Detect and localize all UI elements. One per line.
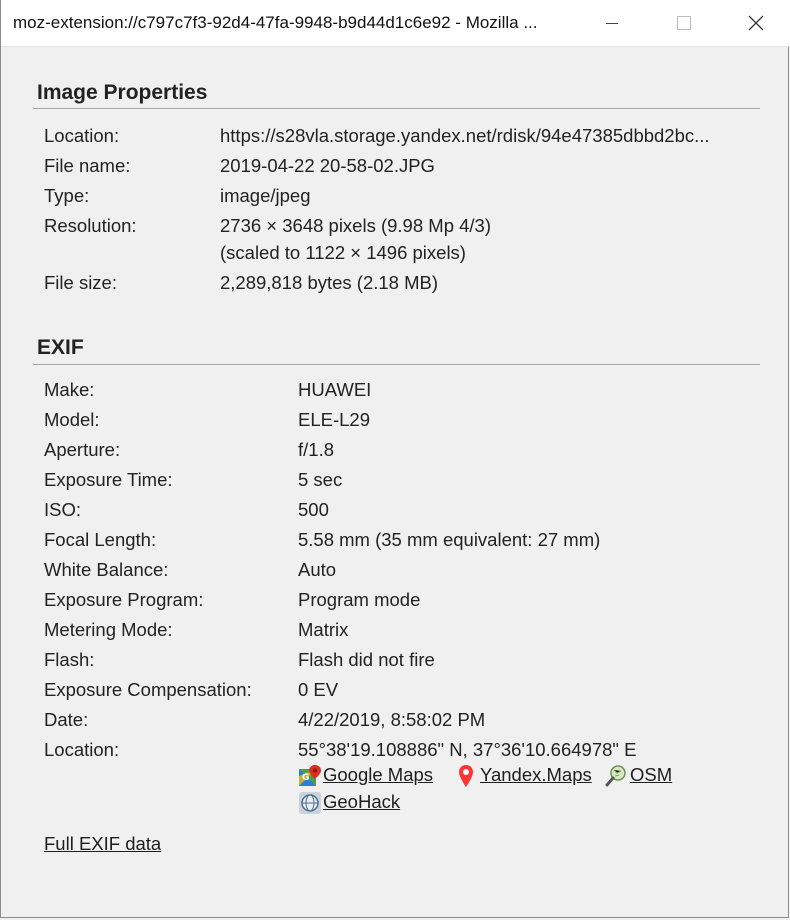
geohack-link[interactable]: GeoHack [298, 791, 400, 814]
section-divider [33, 364, 760, 365]
google-maps-link[interactable]: G Google Maps [298, 764, 433, 786]
title-bar: moz-extension://c797c7f3-92d4-47fa-9948-… [1, 0, 790, 47]
window-title: moz-extension://c797c7f3-92d4-47fa-9948-… [13, 13, 538, 32]
exif-label: Aperture: [44, 439, 121, 460]
exif-label: Exposure Time: [44, 469, 173, 490]
close-button[interactable] [721, 0, 790, 46]
prop-label: Location: [44, 125, 120, 146]
geohack-globe-icon [298, 791, 321, 814]
section-divider [33, 108, 760, 109]
prop-row-location: Location: https://s28vla.storage.yandex.… [44, 125, 749, 149]
exif-label: White Balance: [44, 559, 169, 580]
exif-label: Metering Mode: [44, 619, 173, 640]
exif-value: Auto [298, 559, 337, 580]
prop-label: Resolution: [44, 215, 137, 236]
exif-value: 5.58 mm (35 mm equivalent: 27 mm) [298, 529, 601, 550]
maximize-button[interactable] [649, 0, 719, 46]
exif-label: Focal Length: [44, 529, 157, 550]
exif-value: 0 EV [298, 679, 339, 700]
prop-value: 2,289,818 bytes (2.18 MB) [220, 272, 439, 293]
exif-label: ISO: [44, 499, 82, 520]
yandex-pin-icon [455, 764, 477, 787]
osm-link-text[interactable]: OSM [630, 764, 672, 786]
full-exif-link-wrapper: Full EXIF data [44, 833, 161, 855]
prop-label: File name: [44, 155, 131, 176]
svg-text:G: G [302, 773, 309, 783]
geohack-link-text[interactable]: GeoHack [323, 791, 400, 813]
exif-label: Flash: [44, 649, 95, 670]
prop-label: Type: [44, 185, 90, 206]
minimize-button[interactable] [577, 0, 647, 46]
prop-value-scaled: (scaled to 1122 × 1496 pixels) [220, 242, 466, 263]
exif-value: Flash did not fire [298, 649, 435, 670]
exif-label: Make: [44, 379, 95, 400]
image-url-value: https://s28vla.storage.yandex.net/rdisk/… [220, 125, 710, 146]
yandex-maps-link-text[interactable]: Yandex.Maps [480, 764, 592, 786]
prop-value: 2736 × 3648 pixels (9.98 Mp 4/3) [220, 215, 491, 236]
minimize-icon [606, 22, 618, 24]
image-properties-heading: Image Properties [37, 81, 208, 104]
close-icon [748, 15, 764, 31]
full-exif-data-link[interactable]: Full EXIF data [44, 833, 161, 854]
exif-label: Exposure Compensation: [44, 679, 252, 700]
google-maps-link-text[interactable]: Google Maps [323, 764, 433, 786]
prop-label: File size: [44, 272, 117, 293]
exif-label: Date: [44, 709, 89, 730]
prop-value: image/jpeg [220, 185, 311, 206]
exif-value: Matrix [298, 619, 349, 640]
yandex-maps-link[interactable]: Yandex.Maps [455, 764, 592, 787]
maximize-icon [677, 16, 691, 30]
gps-coordinates-value: 55°38'19.108886" N, 37°36'10.664978" E [298, 739, 637, 760]
popup-window: moz-extension://c797c7f3-92d4-47fa-9948-… [0, 0, 790, 918]
exif-heading: EXIF [37, 336, 84, 359]
exif-value: HUAWEI [298, 379, 372, 400]
exif-label: Exposure Program: [44, 589, 204, 610]
exif-value: 5 sec [298, 469, 343, 490]
exif-value: 500 [298, 499, 329, 520]
exif-value: ELE-L29 [298, 409, 370, 430]
exif-label: Location: [44, 739, 120, 760]
osm-link[interactable]: OSM [605, 764, 672, 787]
exif-value: Program mode [298, 589, 421, 610]
exif-label: Model: [44, 409, 100, 430]
google-maps-icon: G [298, 764, 321, 786]
exif-value: 4/22/2019, 8:58:02 PM [298, 709, 486, 730]
prop-value: 2019-04-22 20-58-02.JPG [220, 155, 435, 176]
osm-magnifier-icon [605, 764, 627, 787]
exif-value: f/1.8 [298, 439, 334, 460]
